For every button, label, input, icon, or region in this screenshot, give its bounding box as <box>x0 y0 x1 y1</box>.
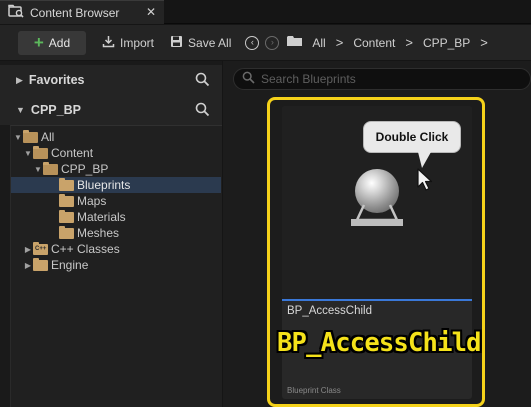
plus-icon: + <box>33 33 44 52</box>
content-browser-icon <box>8 4 24 21</box>
breadcrumb-cpp-bp[interactable]: CPP_BP <box>423 36 470 50</box>
folder-icon <box>33 257 48 271</box>
folder-icon <box>59 225 74 239</box>
callout-tail <box>418 152 431 168</box>
tree-item-all[interactable]: ▼ All <box>11 129 221 145</box>
asset-type-label: Blueprint Class <box>287 386 341 395</box>
folder-icon <box>59 209 74 223</box>
import-button-label: Import <box>120 35 155 50</box>
tree-item-label: Materials <box>77 210 126 224</box>
asset-thumbnail: Double Click <box>282 106 472 299</box>
import-icon <box>102 35 115 51</box>
tree-item-label: Blueprints <box>77 178 131 192</box>
tree-item-engine[interactable]: ▶ Engine <box>11 257 221 273</box>
mouse-cursor-icon <box>417 168 433 191</box>
breadcrumb-separator[interactable]: > <box>480 35 488 50</box>
breadcrumb-separator[interactable]: > <box>336 35 344 50</box>
tree-item-label: Content <box>51 146 94 160</box>
sources-panel: ▶ Favorites ▼ CPP_BP ▼ All ▼ Content ▼ C… <box>0 61 222 407</box>
add-button[interactable]: + Add <box>18 30 86 55</box>
project-section-header[interactable]: ▼ CPP_BP <box>0 95 222 125</box>
folder-icon <box>33 145 48 159</box>
tree-item-label: Meshes <box>77 226 120 240</box>
asset-name-overlay: BP_AccessChild <box>277 328 482 358</box>
close-icon[interactable]: ✕ <box>146 5 156 19</box>
chevron-down-icon[interactable]: ▼ <box>23 149 33 158</box>
asset-name: BP_AccessChild <box>287 305 373 317</box>
folder-icon <box>23 129 38 143</box>
search-icon[interactable] <box>195 102 210 120</box>
tab-content-browser[interactable]: Content Browser ✕ <box>0 0 164 24</box>
chevron-right-icon: ▶ <box>16 74 23 85</box>
import-button[interactable]: Import <box>102 35 154 51</box>
tree-item-blueprints[interactable]: Blueprints <box>11 177 221 193</box>
project-label: CPP_BP <box>30 103 81 117</box>
tree-item-maps[interactable]: Maps <box>11 193 221 209</box>
add-button-label: Add <box>48 35 71 50</box>
save-all-button-label: Save All <box>188 35 232 50</box>
search-bar <box>233 68 531 90</box>
breadcrumb-separator[interactable]: > <box>405 35 413 50</box>
breadcrumb-content[interactable]: Content <box>353 36 395 50</box>
tab-bar: Content Browser ✕ <box>0 0 531 24</box>
tab-title: Content Browser <box>30 5 120 20</box>
favorites-section-header[interactable]: ▶ Favorites <box>0 65 222 95</box>
folder-icon <box>287 35 303 50</box>
asset-view-panel: Double Click BP_AccessChild BP_AccessChi… <box>223 61 531 407</box>
pedestal-icon <box>351 204 403 226</box>
asset-type-color-bar <box>282 299 472 301</box>
folder-tree: ▼ All ▼ Content ▼ CPP_BP Blueprints Maps… <box>10 125 222 407</box>
forward-icon[interactable]: › <box>265 35 280 50</box>
tree-item-label: C++ Classes <box>51 242 120 256</box>
toolbar: + Add Import Save All ‹ › All > Content … <box>0 25 531 60</box>
breadcrumb-all[interactable]: All <box>312 36 325 50</box>
back-icon[interactable]: ‹ <box>245 35 260 50</box>
chevron-down-icon[interactable]: ▼ <box>13 133 23 142</box>
save-all-button[interactable]: Save All <box>170 35 231 51</box>
tree-item-materials[interactable]: Materials <box>11 209 221 225</box>
tree-item-label: CPP_BP <box>61 162 109 176</box>
tree-item-meshes[interactable]: Meshes <box>11 225 221 241</box>
tree-item-content[interactable]: ▼ Content <box>11 145 221 161</box>
tree-item-label: All <box>41 130 55 144</box>
highlight-frame: Double Click BP_AccessChild BP_AccessChi… <box>267 97 485 407</box>
chevron-right-icon[interactable]: ▶ <box>23 261 33 270</box>
content-browser-window: Content Browser ✕ + Add Import Save All … <box>0 0 531 407</box>
folder-icon <box>59 193 74 207</box>
search-input[interactable] <box>261 72 521 86</box>
chevron-down-icon[interactable]: ▼ <box>33 165 43 174</box>
double-click-callout: Double Click <box>363 121 461 153</box>
cpp-folder-icon: C++ <box>33 241 48 255</box>
asset-tile[interactable]: Double Click BP_AccessChild BP_AccessChi… <box>277 106 482 399</box>
chevron-right-icon[interactable]: ▶ <box>23 245 33 254</box>
save-icon <box>170 35 183 51</box>
tree-item-label: Maps <box>77 194 107 208</box>
search-icon[interactable] <box>195 72 210 90</box>
folder-icon <box>59 177 74 191</box>
tree-item-cpp-bp[interactable]: ▼ CPP_BP <box>11 161 221 177</box>
tree-item-label: Engine <box>51 258 89 272</box>
folder-icon <box>43 161 58 175</box>
search-icon <box>242 71 255 87</box>
favorites-label: Favorites <box>28 73 85 87</box>
tree-item-cpp-classes[interactable]: ▶ C++ C++ Classes <box>11 241 221 257</box>
chevron-down-icon: ▼ <box>16 105 25 115</box>
